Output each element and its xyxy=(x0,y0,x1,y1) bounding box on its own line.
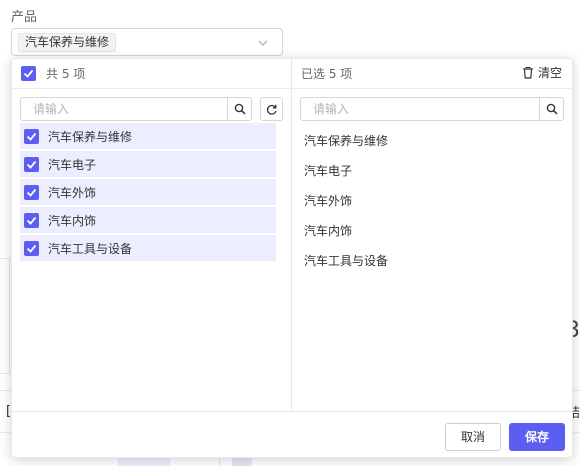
product-select[interactable]: 汽车保养与维修 xyxy=(11,28,283,56)
selected-list-item[interactable]: 汽车内饰 xyxy=(304,221,388,251)
source-list-header: 共 5 项 xyxy=(12,59,291,89)
cancel-button[interactable]: 取消 xyxy=(445,423,501,451)
save-button[interactable]: 保存 xyxy=(509,423,565,451)
selected-search xyxy=(300,97,564,121)
chevron-down-icon[interactable] xyxy=(256,35,270,49)
item-label: 汽车工具与设备 xyxy=(48,241,133,256)
popover-footer: 取消 保存 xyxy=(12,411,572,459)
item-label: 汽车外饰 xyxy=(48,185,97,200)
source-list: 汽车保养与维修 汽车电子 汽车外饰 汽车内饰 汽车工具与设备 xyxy=(20,123,276,263)
item-checkbox[interactable] xyxy=(24,156,39,172)
item-label: 汽车电子 xyxy=(48,157,97,172)
source-list-item[interactable]: 汽车保养与维修 xyxy=(20,123,276,149)
search-icon[interactable] xyxy=(227,98,251,120)
selected-search-input[interactable] xyxy=(301,98,533,120)
item-label: 汽车保养与维修 xyxy=(48,129,133,144)
source-list-item[interactable]: 汽车工具与设备 xyxy=(20,235,276,261)
source-list-item[interactable]: 汽车电子 xyxy=(20,151,276,177)
source-count: 共 5 项 xyxy=(46,67,86,81)
selected-list: 汽车保养与维修 汽车电子 汽车外饰 汽车内饰 汽车工具与设备 xyxy=(304,131,388,281)
source-list-item[interactable]: 汽车外饰 xyxy=(20,179,276,205)
refresh-icon[interactable] xyxy=(260,97,283,121)
selected-list-item[interactable]: 汽车保养与维修 xyxy=(304,131,388,161)
search-icon[interactable] xyxy=(539,98,563,120)
selected-list-panel: 已选 5 项 清空 汽车保养与维修 汽车电子 汽车外饰 汽车内饰 汽车工具与设备 xyxy=(292,59,574,411)
source-list-item[interactable]: 汽车内饰 xyxy=(20,207,276,233)
clear-label: 清空 xyxy=(537,66,562,80)
trash-icon xyxy=(522,66,533,79)
selected-list-item[interactable]: 汽车工具与设备 xyxy=(304,251,388,281)
source-search xyxy=(20,97,252,121)
selected-count: 已选 5 项 xyxy=(301,67,353,81)
source-list-panel: 共 5 项 汽车保养与维修 汽车电子 汽车外饰 xyxy=(12,59,292,411)
select-all-checkbox[interactable] xyxy=(21,66,36,81)
item-checkbox[interactable] xyxy=(24,184,39,200)
item-checkbox[interactable] xyxy=(24,128,39,144)
item-checkbox[interactable] xyxy=(24,240,39,256)
selected-tag: 汽车保养与维修 xyxy=(18,33,117,52)
selected-list-header: 已选 5 项 清空 xyxy=(292,59,574,89)
source-search-input[interactable] xyxy=(21,98,221,120)
clear-button[interactable]: 清空 xyxy=(522,65,562,81)
transfer-popover: 共 5 项 汽车保养与维修 汽车电子 汽车外饰 xyxy=(11,58,574,459)
product-field-label: 产品 xyxy=(11,10,38,25)
item-checkbox[interactable] xyxy=(24,212,39,228)
item-label: 汽车内饰 xyxy=(48,213,97,228)
selected-list-item[interactable]: 汽车电子 xyxy=(304,161,388,191)
selected-list-item[interactable]: 汽车外饰 xyxy=(304,191,388,221)
background-card xyxy=(0,258,10,374)
